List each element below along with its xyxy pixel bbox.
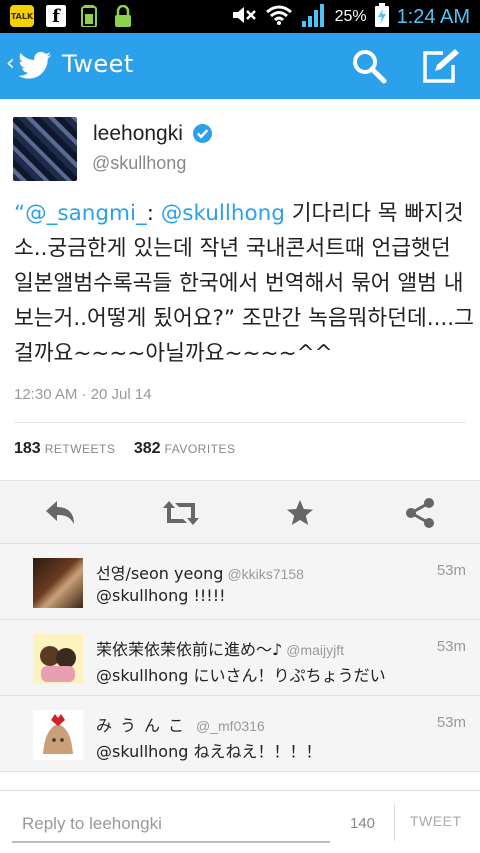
facebook-icon: f <box>46 5 66 27</box>
signal-icon <box>301 3 327 31</box>
character-counter: 140 <box>350 815 376 832</box>
battery-app-icon <box>78 4 100 28</box>
reply-author-name: 茉依茉依茉依前に進め～♪ <box>96 640 283 659</box>
tweet-actions <box>0 480 480 544</box>
reply-time: 53m <box>436 638 466 655</box>
reply-text: @skullhong にいさん！りぷちょうだい <box>96 666 386 685</box>
mention-link[interactable]: @skullhong <box>161 201 285 226</box>
reply-input[interactable] <box>12 807 330 843</box>
reply-avatar[interactable] <box>33 634 83 684</box>
app-bar-title: Tweet <box>62 50 134 78</box>
battery-percent: 25% <box>334 8 367 25</box>
reply-author-handle: @maijyjft <box>286 642 344 658</box>
reply-item[interactable]: 茉依茉依茉依前に進め～♪ @maijyjft 53m @skullhong にいさ… <box>0 620 480 696</box>
tweet-timestamp: 12:30 AM · 20 Jul 14 <box>14 386 152 403</box>
reply-author-handle: @kkiks7158 <box>227 566 304 582</box>
reply-text: @skullhong ねえねえ！！！！ <box>96 742 322 761</box>
divider <box>394 803 395 841</box>
app-bar: ‹ Tweet <box>0 33 480 99</box>
mute-icon <box>231 4 257 30</box>
retweet-count[interactable]: 183 <box>14 440 41 457</box>
replies-list: 선영/seon yeong @kkiks7158 53m @skullhong !… <box>0 544 480 772</box>
divider <box>14 422 466 423</box>
tweet-button[interactable]: TWEET <box>410 813 462 829</box>
reply-author-name: 선영/seon yeong <box>96 564 224 583</box>
tweet-author[interactable]: leehongki @skullhong <box>0 99 480 197</box>
favorite-star-icon[interactable] <box>286 497 314 529</box>
battery-charging-icon <box>374 3 389 31</box>
tweet-body: “@_sangmi_: @skullhong 기다리다 목 빠지것소..궁금한게… <box>14 196 474 371</box>
favorite-label[interactable]: FAVORITES <box>165 442 236 456</box>
reply-compose-bar: 140 TWEET <box>0 790 480 853</box>
twitter-bird-icon[interactable] <box>18 51 52 81</box>
reply-avatar[interactable] <box>33 710 83 760</box>
reply-item[interactable]: 선영/seon yeong @kkiks7158 53m @skullhong !… <box>0 544 480 620</box>
tweet-stats: 183 RETWEETS 382 FAVORITES <box>14 440 250 458</box>
reply-author-name: みうんこ <box>96 716 193 735</box>
reply-icon[interactable] <box>44 497 76 529</box>
verified-badge-icon <box>192 124 212 143</box>
mention-link[interactable]: @_sangmi_ <box>25 201 147 226</box>
reply-author: みうんこ @_mf0316 <box>96 712 265 736</box>
reply-author-handle: @_mf0316 <box>196 718 265 734</box>
retweet-icon[interactable] <box>162 497 200 529</box>
wifi-icon <box>265 4 293 30</box>
compose-icon[interactable] <box>421 47 461 85</box>
clock: 1:24 AM <box>396 5 470 28</box>
notification-icons: TALK f <box>10 4 134 28</box>
author-name: leehongki <box>93 122 212 146</box>
author-name-text: leehongki <box>93 122 183 145</box>
search-icon[interactable] <box>351 48 387 84</box>
author-handle: @skullhong <box>92 153 187 173</box>
mention-separator: : <box>146 201 161 226</box>
status-bar: TALK f 25% 1:24 AM <box>0 0 480 33</box>
reply-author: 선영/seon yeong @kkiks7158 <box>96 560 304 584</box>
lock-icon <box>112 4 134 28</box>
share-icon[interactable] <box>404 497 436 529</box>
system-status: 25% 1:24 AM <box>231 3 470 31</box>
avatar[interactable] <box>13 117 77 181</box>
talk-icon: TALK <box>10 5 34 27</box>
reply-time: 53m <box>436 562 466 579</box>
reply-item[interactable]: みうんこ @_mf0316 53m @skullhong ねえねえ！！！！ <box>0 696 480 772</box>
quote-mark: “ <box>14 201 26 226</box>
retweet-label[interactable]: RETWEETS <box>45 442 116 456</box>
reply-author: 茉依茉依茉依前に進め～♪ @maijyjft <box>96 636 344 660</box>
reply-avatar[interactable] <box>33 558 83 608</box>
back-chevron-icon[interactable]: ‹ <box>6 51 15 76</box>
favorite-count[interactable]: 382 <box>134 440 161 457</box>
reply-time: 53m <box>436 714 466 731</box>
reply-text: @skullhong !!!!! <box>96 586 226 605</box>
